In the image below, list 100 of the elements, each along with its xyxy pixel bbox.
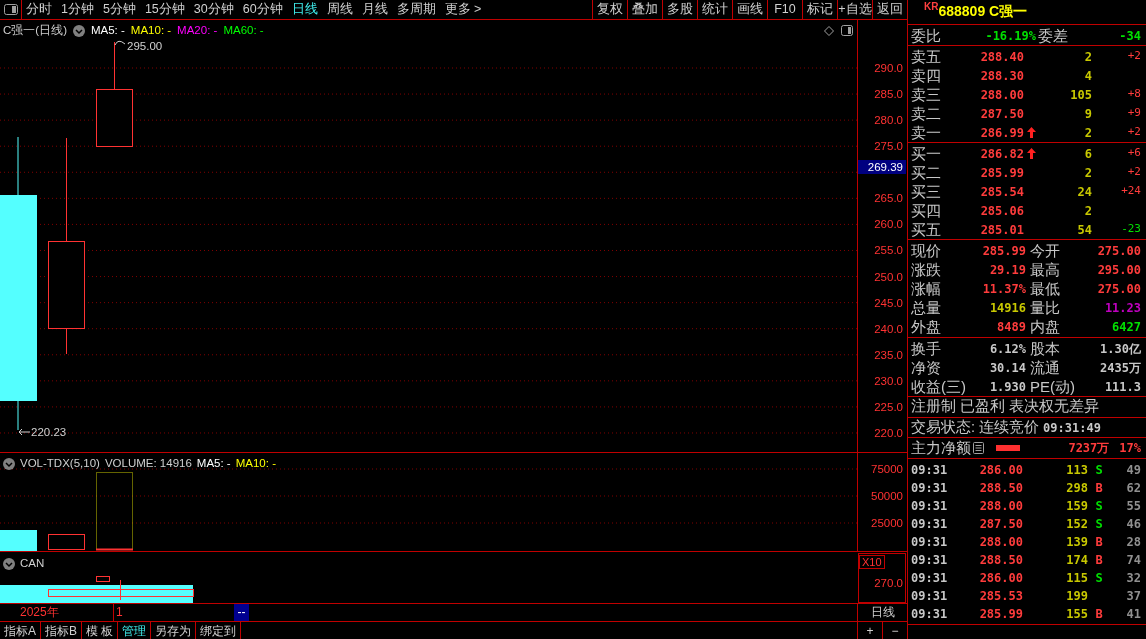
field-value: 275.00 (1096, 242, 1141, 260)
order-volume: 2 (1083, 164, 1092, 182)
toolbar-button[interactable]: 复权 (592, 0, 627, 19)
indicator-title: CAN (20, 556, 45, 571)
field-value: 11.23 (1103, 299, 1141, 317)
trade-count: 41 (1125, 606, 1141, 623)
toolbar-button[interactable]: 叠加 (627, 0, 662, 19)
axis-label: 270.0 (874, 577, 903, 589)
trade-price: 288.00 (978, 498, 1023, 515)
level-label: 卖四 (911, 66, 942, 85)
indicator-tab[interactable]: 指标B (41, 622, 83, 639)
list-icon[interactable] (973, 442, 984, 454)
notice-text: 注册制 已盈利 表决权无差异 (911, 397, 1100, 417)
field-label: 涨跌 (911, 260, 942, 279)
trade-price: 288.50 (978, 552, 1023, 569)
trade-volume: 298 (1065, 480, 1088, 497)
status-text: 交易状态: 连续竞价 (911, 417, 1040, 437)
indicator-label: MA10: - (235, 456, 276, 471)
zoom-button[interactable]: − (882, 622, 907, 639)
trade-side: B (1094, 480, 1104, 497)
toolbar-button[interactable]: 画线 (732, 0, 767, 19)
expand-icon[interactable] (3, 457, 15, 470)
toolbar-button[interactable]: F10 (767, 0, 802, 19)
period-tab[interactable]: 周线 (326, 0, 353, 19)
trade-volume: 113 (1065, 462, 1088, 479)
field-label: 股本 (1029, 339, 1061, 358)
period-tab[interactable]: 30分钟 (193, 0, 234, 19)
trade-volume: 155 (1065, 606, 1088, 623)
axis-label: 255.0 (874, 244, 903, 257)
order-volume: 2 (1083, 202, 1092, 220)
field-label: 委差 (1037, 26, 1069, 46)
trade-price: 288.00 (978, 534, 1023, 551)
toolbar-button[interactable]: +自选 (837, 0, 872, 19)
field-label: 流通 (1029, 358, 1061, 377)
trade-count: 74 (1125, 552, 1141, 569)
period-tab[interactable]: 分时 (26, 0, 52, 19)
trade-volume: 139 (1065, 534, 1088, 551)
field-value: 2435万 (1099, 359, 1141, 377)
zoom-button[interactable]: + (857, 622, 882, 639)
axis-label: 230.0 (874, 374, 903, 387)
trade-price: 286.00 (978, 570, 1023, 587)
field-value: 275.00 (1096, 280, 1141, 298)
level-label: 卖五 (911, 47, 942, 66)
indicator-tab[interactable]: 管理 (118, 622, 152, 639)
market-label: KR (924, 2, 939, 12)
trade-count: 55 (1125, 498, 1141, 515)
field-value: 7237万 (1068, 440, 1110, 457)
indicator-label: MA5: - (90, 23, 125, 38)
indicator-label: MA5: - (196, 456, 231, 471)
trade-side: S (1094, 462, 1104, 479)
period-tab[interactable]: 更多 > (444, 0, 482, 19)
period-tab[interactable]: 日线 (291, 0, 318, 19)
field-value: 14916 (988, 299, 1026, 317)
diamond-icon[interactable] (824, 25, 834, 36)
level-label: 卖一 (911, 123, 942, 142)
axis-label: 220.0 (874, 427, 903, 439)
period-tab[interactable]: 60分钟 (242, 0, 283, 19)
field-value: -16.19% (984, 28, 1036, 46)
trade-time: 09:31 (911, 498, 949, 515)
indicator-label: MA20: - (177, 23, 218, 38)
order-change: +9 (1126, 105, 1141, 122)
trade-time: 09:31 (911, 462, 949, 479)
axis-label: 290.0 (874, 62, 903, 74)
period-tab[interactable]: 15分钟 (144, 0, 185, 19)
period-tab[interactable]: 5分钟 (102, 0, 136, 19)
field-label: 现价 (911, 241, 942, 260)
field-value: 8489 (996, 318, 1026, 336)
order-volume: 2 (1083, 48, 1092, 66)
expand-icon[interactable] (3, 557, 15, 570)
volume-reading: VOLUME: 14916 (104, 456, 192, 471)
trade-count: 28 (1125, 534, 1141, 551)
trade-side: B (1094, 534, 1104, 551)
panel-toggle-icon[interactable] (841, 25, 853, 36)
trade-count: 46 (1125, 516, 1141, 533)
field-label: 今开 (1029, 241, 1061, 260)
indicator-tab[interactable]: 模 板 (82, 622, 119, 639)
expand-icon[interactable] (72, 24, 85, 37)
trade-count: 49 (1125, 462, 1141, 479)
indicator-tab[interactable]: 指标A (0, 622, 41, 639)
axis-label: 285.0 (874, 88, 903, 101)
field-label: PE(动) (1029, 377, 1076, 396)
indicator-tab[interactable]: 绑定到 (196, 622, 242, 639)
period-tab[interactable]: 1分钟 (61, 0, 94, 19)
field-label: 最高 (1029, 260, 1061, 279)
toolbar-button[interactable]: 标记 (802, 0, 837, 19)
indicator-tab[interactable]: 另存为 (151, 622, 197, 639)
trade-price: 285.99 (978, 606, 1023, 623)
axis-label: 75000 (871, 463, 903, 475)
field-label: 主力净额 (911, 437, 971, 458)
period-tab[interactable]: 月线 (361, 0, 388, 19)
toolbar-button[interactable]: 统计 (697, 0, 732, 19)
order-change: +6 (1126, 145, 1141, 162)
toolbar-button[interactable]: 多股 (662, 0, 697, 19)
period-tab[interactable]: 多周期 (396, 0, 436, 19)
axis-label: 240.0 (874, 322, 903, 335)
indicator-label: MA60: - (223, 23, 264, 38)
order-price: 286.82 (979, 145, 1024, 163)
trade-side: S (1094, 570, 1104, 587)
toolbar-button[interactable]: 返回 (872, 0, 907, 19)
indicator-label: MA10: - (130, 23, 172, 38)
